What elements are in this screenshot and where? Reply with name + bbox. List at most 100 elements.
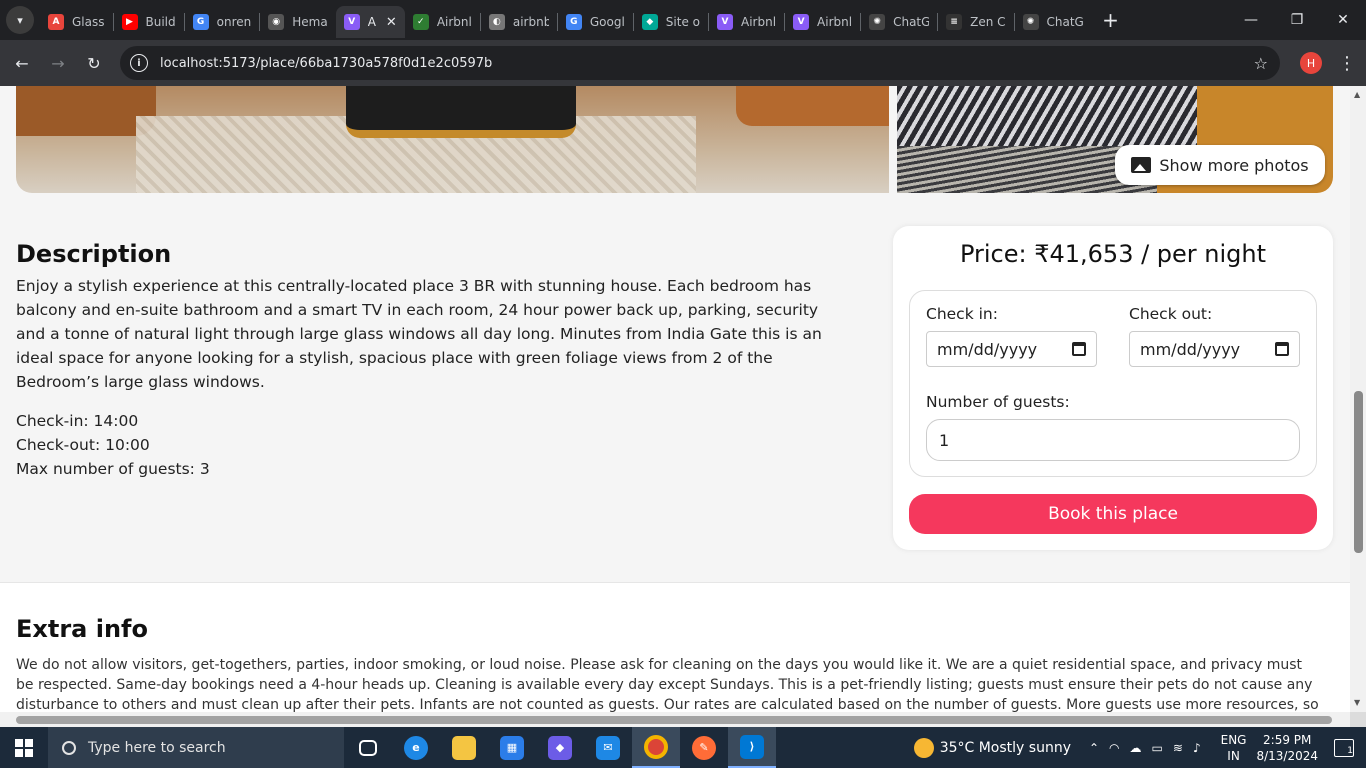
address-bar[interactable]: i localhost:5173/place/66ba1730a578f0d1e…	[120, 46, 1280, 80]
tab-title: Zen C	[970, 15, 1006, 29]
listing-photo-main[interactable]	[16, 86, 889, 193]
site-info-icon[interactable]: i	[130, 54, 148, 72]
browser-menu-icon[interactable]: ⋮	[1338, 53, 1356, 74]
clock-time: 2:59 PM	[1263, 732, 1312, 747]
vertical-scrollbar[interactable]: ▲ ▼	[1350, 86, 1366, 712]
browser-tab[interactable]: ◉ Hema	[260, 6, 335, 38]
tab-title: Hema	[292, 15, 328, 29]
taskbar-search-box[interactable]: Type here to search	[48, 727, 344, 768]
windows-start-icon[interactable]	[0, 727, 48, 768]
notification-center-icon[interactable]: 1	[1334, 738, 1354, 757]
show-more-photos-label: Show more photos	[1159, 155, 1309, 175]
region-code: IN	[1227, 748, 1240, 763]
scroll-down-icon[interactable]: ▼	[1354, 698, 1360, 707]
check-in-time: Check-in: 14:00	[16, 412, 139, 430]
photo-table	[346, 86, 576, 138]
tab-title: onren	[216, 15, 252, 29]
browser-tab[interactable]: ◐ airbnb	[481, 6, 557, 38]
browser-tab[interactable]: Gonren	[185, 6, 260, 38]
browser-tab[interactable]: ≡ Zen C	[938, 6, 1013, 38]
weather-text: 35°C Mostly sunny	[939, 739, 1071, 756]
calendar-icon[interactable]	[1275, 342, 1289, 356]
book-this-place-button[interactable]: Book this place	[909, 494, 1317, 534]
battery-icon[interactable]: ▭	[1152, 741, 1163, 755]
language-code: ENG	[1220, 732, 1247, 747]
weather-widget[interactable]: 35°C Mostly sunny	[913, 737, 1071, 758]
vertical-scroll-thumb[interactable]	[1354, 391, 1363, 553]
input-language[interactable]: ENG IN	[1221, 732, 1247, 764]
tab-title: Build	[145, 15, 176, 29]
check-in-label: Check in:	[926, 305, 998, 323]
url-text[interactable]: localhost:5173/place/66ba1730a578f0d1e2c…	[160, 56, 1254, 71]
guests-input[interactable]: 1	[926, 419, 1300, 461]
max-guests: Max number of guests: 3	[16, 460, 210, 478]
tab-title: Glass	[72, 15, 105, 29]
calendar-icon[interactable]	[1072, 342, 1086, 356]
file-explorer-icon[interactable]	[440, 727, 488, 768]
browser-tab[interactable]: G Googl	[558, 6, 633, 38]
notification-count: 1	[1347, 745, 1353, 756]
check-in-date-placeholder: mm/dd/yyyy	[937, 339, 1038, 359]
restore-icon[interactable]: ❐	[1274, 0, 1320, 40]
browser-tab[interactable]: ✺ ChatG	[861, 6, 937, 38]
tab-title: Airbnl	[741, 15, 777, 29]
photo-chair-right	[736, 86, 889, 126]
chrome-icon[interactable]	[632, 727, 680, 768]
show-more-photos-button[interactable]: Show more photos	[1115, 145, 1325, 185]
scroll-up-icon[interactable]: ▲	[1354, 90, 1360, 99]
forward-arrow-icon[interactable]: →	[40, 45, 76, 81]
profile-avatar[interactable]: H	[1300, 52, 1322, 74]
mail-icon[interactable]: ✉	[584, 727, 632, 768]
task-view-icon[interactable]	[344, 727, 392, 768]
description-text: Enjoy a stylish experience at this centr…	[16, 277, 822, 391]
postman-icon[interactable]: ✎	[680, 727, 728, 768]
guests-label: Number of guests:	[926, 393, 1070, 411]
browser-tab[interactable]: V A ✕	[335, 6, 405, 38]
tab-favicon-icon: ▶	[121, 14, 138, 30]
tab-favicon-icon: V	[793, 14, 810, 30]
browser-tab[interactable]: A Glass	[40, 6, 113, 38]
check-out-date-input[interactable]: mm/dd/yyyy	[1129, 331, 1300, 367]
description-heading: Description	[16, 240, 172, 268]
bookmark-star-icon[interactable]: ☆	[1254, 54, 1268, 73]
network-icon[interactable]: ◠	[1109, 741, 1119, 755]
tab-favicon-icon: G	[565, 14, 582, 30]
tab-favicon-icon: ◐	[488, 14, 505, 30]
booking-form: Check in: mm/dd/yyyy Check out: mm/dd/yy…	[909, 290, 1317, 477]
tray-overflow-chevron-icon[interactable]: ⌃	[1089, 741, 1099, 755]
microsoft-store-icon[interactable]: ▦	[488, 727, 536, 768]
onedrive-cloud-icon[interactable]: ☁	[1130, 741, 1142, 755]
page-viewport: Show more photos Description Enjoy a sty…	[0, 86, 1350, 712]
taskbar-clock[interactable]: 2:59 PM 8/13/2024	[1256, 732, 1318, 764]
minimize-icon[interactable]: —	[1228, 0, 1274, 40]
close-window-icon[interactable]: ✕	[1320, 0, 1366, 40]
tab-search-chevron-icon[interactable]: ▾	[6, 6, 34, 34]
horizontal-scroll-thumb[interactable]	[16, 716, 1332, 724]
image-icon	[1131, 157, 1152, 173]
volume-icon[interactable]: ♪	[1193, 741, 1201, 755]
browser-toolbar: ← → ↻ i localhost:5173/place/66ba1730a57…	[0, 40, 1366, 86]
tab-title: Airbnl	[436, 15, 472, 29]
wifi-icon[interactable]: ≋	[1173, 741, 1183, 755]
browser-tab[interactable]: ✺ ChatG	[1015, 6, 1091, 38]
vscode-icon[interactable]: ⟩	[728, 727, 776, 768]
browser-tab[interactable]: V Airbnl	[785, 6, 860, 38]
browser-tab[interactable]: ✓ Airbnl	[405, 6, 480, 38]
close-tab-icon[interactable]: ✕	[386, 15, 397, 30]
windows-taskbar: Type here to search e ▦ ◆ ✉ ✎ ⟩ 35°C Mos…	[0, 727, 1366, 768]
reload-icon[interactable]: ↻	[76, 45, 112, 81]
browser-tab[interactable]: ◆ Site o	[634, 6, 708, 38]
copilot-icon[interactable]: ◆	[536, 727, 584, 768]
tab-list: A Glass ▶ Build Gonren ◉ Hema V A ✕ ✓ Airbnl ◐ airbnb…	[40, 2, 1091, 38]
check-in-date-input[interactable]: mm/dd/yyyy	[926, 331, 1097, 367]
browser-tab[interactable]: V Airbnl	[709, 6, 784, 38]
browser-tab[interactable]: ▶ Build	[114, 6, 184, 38]
horizontal-scrollbar[interactable]	[0, 712, 1350, 727]
back-arrow-icon[interactable]: ←	[4, 45, 40, 81]
tab-favicon-icon: G	[192, 14, 209, 30]
new-tab-plus-icon[interactable]: +	[1099, 8, 1123, 32]
extra-info-section: Extra info We do not allow visitors, get…	[0, 582, 1350, 712]
extra-info-text: We do not allow visitors, get-togethers,…	[16, 657, 1319, 712]
tab-title: ChatG	[1046, 15, 1083, 29]
edge-icon[interactable]: e	[392, 727, 440, 768]
